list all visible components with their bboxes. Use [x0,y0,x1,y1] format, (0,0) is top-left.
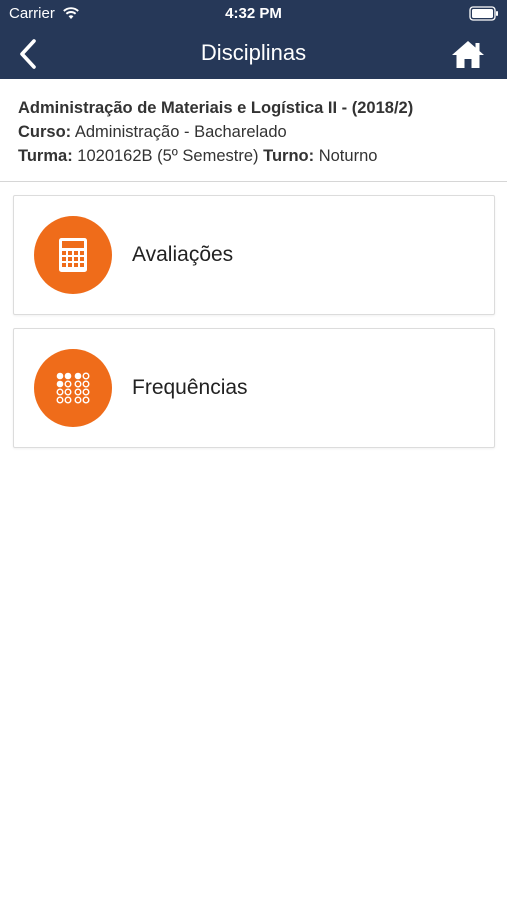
curso-line: Curso: Administração - Bacharelado [18,120,498,144]
page-title: Disciplinas [200,40,307,65]
turma-value: 1020162B (5º Semestre) [77,147,259,165]
frequencias-button[interactable]: Frequências [13,328,495,448]
avaliacoes-label: Avaliações [132,243,234,266]
turma-label: Turma: [18,147,73,165]
attendance-dots-icon [56,372,90,404]
clock: 4:32 PM [225,5,282,22]
calculator-icon [59,238,87,272]
curso-label: Curso: [18,123,72,141]
curso-value: Administração - Bacharelado [74,123,287,141]
course-title: Administração de Materiais e Logística I… [18,99,414,117]
turno-label: Turno: [263,147,315,165]
course-info: Administração de Materiais e Logística I… [18,96,498,168]
frequencias-label: Frequências [132,376,248,399]
turno-value: Noturno [318,147,378,165]
status-bar: Carrier 4:32 PM [0,0,507,28]
navigation-bar: Carrier 4:32 PM Disciplinas [0,0,507,79]
turma-line: Turma: 1020162B (5º Semestre) Turno: Not… [18,144,498,168]
battery-icon [469,6,498,21]
home-icon[interactable] [450,38,486,70]
divider [0,181,507,182]
frequencias-icon-circle [34,349,112,427]
avaliacoes-icon-circle [34,216,112,294]
avaliacoes-button[interactable]: Avaliações [13,195,495,315]
